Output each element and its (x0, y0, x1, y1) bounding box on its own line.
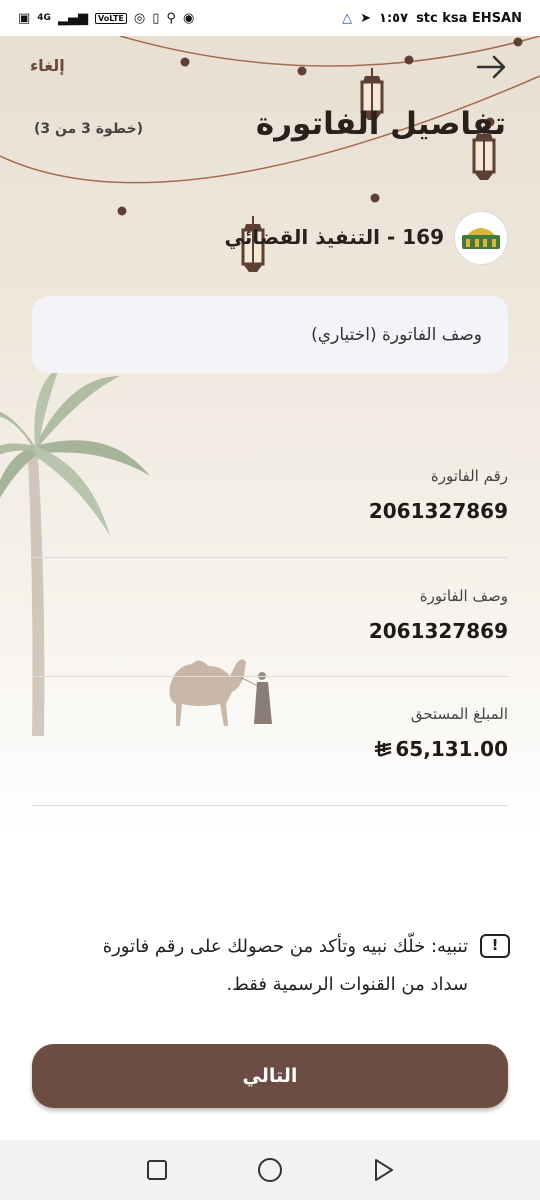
network-type-icon: 4G (37, 12, 51, 23)
riyal-symbol-icon (375, 741, 392, 757)
warning-notice: ! تنبيه: خلّك نبيه وتأكد من حصولك على رق… (60, 928, 510, 1004)
biller-name: 169 - التنفيذ القضائي (224, 225, 444, 249)
signal-icon: ▂▄▆ (57, 10, 88, 26)
eye-icon: ◉ (182, 10, 195, 26)
exclamation-icon: ! (480, 934, 510, 958)
palm-tree-icon (0, 366, 150, 736)
cancel-button[interactable]: إلغاء (30, 56, 65, 75)
recent-apps-icon[interactable] (137, 1150, 177, 1190)
amount-due-label: المبلغ المستحق (410, 705, 508, 723)
biller-logo (454, 211, 508, 265)
divider (32, 805, 508, 806)
status-bar: ▣ 4G ▂▄▆ VoLTE ◎ ▯ ⚲ ◉ △ ➤ ١:٥٧ stc ksa … (0, 0, 540, 36)
status-time: ١:٥٧ (379, 10, 409, 26)
telegram-icon: ➤ (360, 10, 372, 26)
page-title: تفاصيل الفاتورة (255, 106, 506, 142)
amount-due-row: المبلغ المستحق 65,131.00 (32, 705, 508, 761)
amount-due-value-row: 65,131.00 (32, 737, 508, 761)
vpn-icon: △ (342, 10, 353, 26)
invoice-description-input[interactable]: وصف الفاتورة (اختياري) (32, 296, 508, 373)
carrier-name: stc ksa EHSAN (416, 10, 522, 26)
vibrate-icon: ▯ (152, 10, 160, 26)
invoice-number-row: رقم الفاتورة 2061327869 (32, 467, 508, 523)
back-arrow-icon[interactable] (474, 52, 508, 82)
system-navigation-bar (0, 1140, 540, 1200)
invoice-number-value: 2061327869 (368, 499, 508, 523)
warning-notice-text: تنبيه: خلّك نبيه وتأكد من حصولك على رقم … (102, 936, 468, 995)
invoice-description-label: وصف الفاتورة (419, 587, 508, 605)
invoice-description-placeholder: وصف الفاتورة (اختياري) (311, 324, 482, 345)
step-indicator: (خطوة 3 من 3) (34, 121, 143, 137)
image-notification-icon: ▣ (18, 10, 31, 26)
home-icon[interactable] (250, 1150, 290, 1190)
invoice-number-label: رقم الفاتورة (430, 467, 508, 485)
volte-icon: VoLTE (94, 12, 127, 24)
ramadan-decoration (0, 36, 540, 736)
status-info-right: △ ➤ ١:٥٧ stc ksa EHSAN (342, 11, 522, 26)
back-triangle-icon[interactable] (363, 1150, 403, 1190)
status-icons-left: ▣ 4G ▂▄▆ VoLTE ◎ ▯ ⚲ ◉ (18, 12, 194, 25)
divider (32, 676, 508, 677)
invoice-description-value: 2061327869 (368, 619, 508, 643)
invoice-description-row: وصف الفاتورة 2061327869 (32, 587, 508, 643)
divider (32, 557, 508, 558)
amount-due-value: 65,131.00 (395, 737, 508, 761)
next-button[interactable]: التالي (32, 1044, 508, 1108)
location-icon: ⚲ (166, 10, 176, 26)
hotspot-icon: ◎ (133, 10, 146, 26)
